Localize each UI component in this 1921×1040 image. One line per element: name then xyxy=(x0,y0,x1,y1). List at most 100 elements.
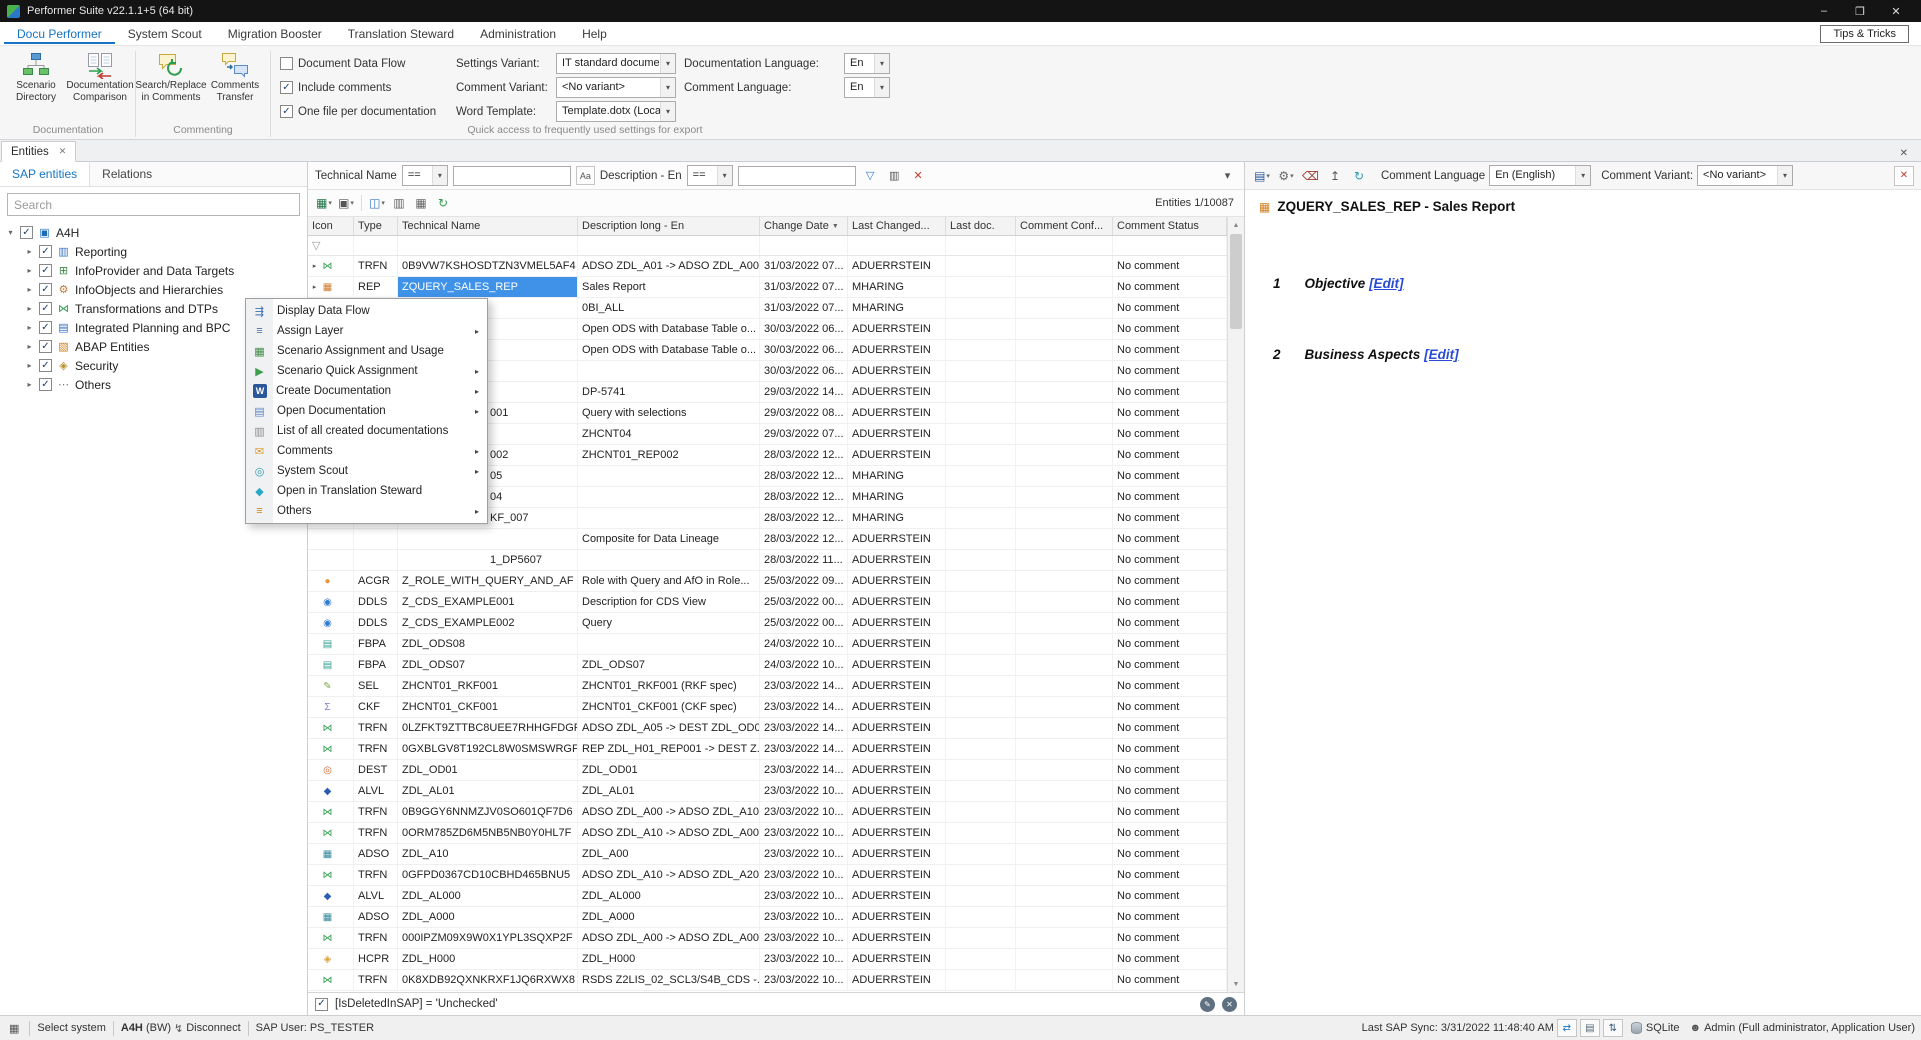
close-filter-button[interactable]: ✕ xyxy=(1222,997,1237,1012)
menu-tab-docu-performer[interactable]: Docu Performer xyxy=(4,23,115,44)
view-settings-button[interactable]: ◫▾ xyxy=(367,193,387,214)
upload-doc-button[interactable]: ↥ xyxy=(1325,165,1345,186)
scroll-up-icon[interactable]: ▲ xyxy=(1228,217,1244,233)
menu-tab-administration[interactable]: Administration xyxy=(467,23,569,44)
tree-expand-icon[interactable]: ▸ xyxy=(24,342,35,351)
tree-item-reporting[interactable]: ▸✓▥Reporting xyxy=(0,242,307,261)
combo-comment-variant[interactable]: <No variant>▾ xyxy=(556,77,676,98)
sync-status-button[interactable]: ⇄ xyxy=(1557,1019,1577,1037)
table-row-0k8xdb92qxnkrxf1jq6rxwx8[interactable]: ⋈TRFN0K8XDB92QXNKRXF1JQ6RXWX8RSDS Z2LIS_… xyxy=(308,970,1227,991)
combo-word-template[interactable]: Template.dotx (Local)▾ xyxy=(556,101,676,122)
tree-expand-icon[interactable]: ▸ xyxy=(24,266,35,275)
tree-checkbox[interactable]: ✓ xyxy=(39,283,52,296)
tree-checkbox[interactable]: ✓ xyxy=(39,359,52,372)
menu-grid-icon[interactable]: ▦ xyxy=(9,1022,19,1035)
delete-doc-button[interactable]: ⌫ xyxy=(1300,165,1321,186)
save-layout-button[interactable]: ▣▾ xyxy=(336,193,356,214)
restore-button[interactable]: ❐ xyxy=(1842,2,1878,21)
menu-item-list-of-all-created-documentations[interactable]: ▥List of all created documentations xyxy=(246,421,487,441)
filter-cell-last-changed[interactable] xyxy=(848,236,946,255)
menu-item-system-scout[interactable]: ◎System Scout▸ xyxy=(246,461,487,481)
column-chooser-button[interactable]: ▥ xyxy=(389,193,409,214)
word-export-button[interactable]: ▤▾ xyxy=(1252,165,1272,186)
tree-checkbox[interactable]: ✓ xyxy=(39,321,52,334)
tree-item-infoprovider-and-data-targets[interactable]: ▸✓⊞InfoProvider and Data Targets xyxy=(0,261,307,280)
refresh-button[interactable]: ↻ xyxy=(433,193,453,214)
menu-item-others[interactable]: ≡Others▸ xyxy=(246,501,487,521)
menu-item-create-documentation[interactable]: WCreate Documentation▸ xyxy=(246,381,487,401)
column-header-technical-name[interactable]: Technical Name xyxy=(398,217,578,235)
excel-export-button[interactable]: ▦▾ xyxy=(314,193,334,214)
technical-name-operator-combo[interactable]: == ▾ xyxy=(402,165,448,186)
menu-item-comments[interactable]: ✉Comments▸ xyxy=(246,441,487,461)
row-expander-icon[interactable]: ▸ xyxy=(310,283,319,291)
filter-cell-comment-conf[interactable] xyxy=(1016,236,1113,255)
scroll-down-icon[interactable]: ▼ xyxy=(1228,976,1244,992)
table-row-zquery-sales-rep[interactable]: ▸▦REPZQUERY_SALES_REPSales Report31/03/2… xyxy=(308,277,1227,298)
edit-link[interactable]: [Edit] xyxy=(1369,276,1404,291)
tab-relations[interactable]: Relations xyxy=(90,162,164,186)
filter-enabled-checkbox[interactable]: ✓ xyxy=(315,998,328,1011)
menu-item-scenario-assignment-and-usage[interactable]: ▦Scenario Assignment and Usage xyxy=(246,341,487,361)
table-row-0b9vw7kshosdtzn3vmel5af4[interactable]: ▸⋈TRFN0B9VW7KSHOSDTZN3VMEL5AF4ADSO ZDL_A… xyxy=(308,256,1227,277)
table-row-z-cds-example002[interactable]: ◉DDLSZ_CDS_EXAMPLE002Query25/03/2022 00.… xyxy=(308,613,1227,634)
table-row-1-dp5607[interactable]: 1_DP560728/03/2022 11...ADUERRSTEINNo co… xyxy=(308,550,1227,571)
tab-sap-entities[interactable]: SAP entities xyxy=(0,162,90,186)
filter-cell-icon[interactable]: ▽ xyxy=(308,236,354,255)
tab-entities[interactable]: Entities ✕ xyxy=(1,141,76,162)
tree-checkbox[interactable]: ✓ xyxy=(39,340,52,353)
column-header-type[interactable]: Type xyxy=(354,217,398,235)
technical-name-filter-input[interactable] xyxy=(453,166,571,186)
table-row-0gfpd0367cd10cbhd465bnu5[interactable]: ⋈TRFN0GFPD0367CD10CBHD465BNU5ADSO ZDL_A1… xyxy=(308,865,1227,886)
grid-layout-button[interactable]: ▦ xyxy=(411,193,431,214)
transfer-button[interactable]: ⇅ xyxy=(1603,1019,1623,1037)
menu-tab-translation-steward[interactable]: Translation Steward xyxy=(335,23,467,44)
menu-tab-migration-booster[interactable]: Migration Booster xyxy=(215,23,335,44)
table-row-zdl-ods08[interactable]: ▤FBPAZDL_ODS0824/03/2022 10...ADUERRSTEI… xyxy=(308,634,1227,655)
tree-item-infoobjects-and-hierarchies[interactable]: ▸✓⚙InfoObjects and Hierarchies xyxy=(0,280,307,299)
comments-transfer-button[interactable]: Comments Transfer xyxy=(203,49,267,105)
minimize-button[interactable]: – xyxy=(1806,2,1842,20)
doc-settings-button[interactable]: ⚙▾ xyxy=(1276,165,1296,186)
filter-expression[interactable]: [IsDeletedInSAP] = 'Unchecked' xyxy=(335,998,498,1010)
column-header-change-date[interactable]: Change Date▼ xyxy=(760,217,848,235)
menu-tab-system-scout[interactable]: System Scout xyxy=(115,23,215,44)
column-header-description-long-en[interactable]: Description long - En xyxy=(578,217,760,235)
table-row-0b9ggy6nnmzjv0so601qf7d6[interactable]: ⋈TRFN0B9GGY6NNMZJV0SO601QF7D6ADSO ZDL_A0… xyxy=(308,802,1227,823)
table-row-zdl-od01[interactable]: ◎DESTZDL_OD01ZDL_OD0123/03/2022 14...ADU… xyxy=(308,760,1227,781)
edit-link[interactable]: [Edit] xyxy=(1424,347,1459,362)
column-header-last-doc[interactable]: Last doc. xyxy=(946,217,1016,235)
tree-expand-icon[interactable]: ▸ xyxy=(24,380,35,389)
tree-expand-icon[interactable]: ▸ xyxy=(24,323,35,332)
log-button[interactable]: ▤ xyxy=(1580,1019,1600,1037)
clear-filter-icon[interactable]: ✕ xyxy=(909,166,928,185)
table-row-z-cds-example001[interactable]: ◉DDLSZ_CDS_EXAMPLE001Description for CDS… xyxy=(308,592,1227,613)
comment-variant-combo[interactable]: <No variant> ▾ xyxy=(1697,165,1793,186)
table-row-0orm785zd6m5nb5nb0y0hl7f[interactable]: ⋈TRFN0ORM785ZD6M5NB5NB0Y0HL7FADSO ZDL_A1… xyxy=(308,823,1227,844)
combo-documentation-language[interactable]: En▾ xyxy=(844,53,890,74)
tree-checkbox[interactable]: ✓ xyxy=(20,226,33,239)
close-panel-button[interactable]: ✕ xyxy=(1894,166,1914,186)
search-replace-comments-button[interactable]: Search/Replace in Comments xyxy=(139,49,203,105)
close-tab-strip-icon[interactable]: ✕ xyxy=(1895,146,1913,161)
close-button[interactable]: ✕ xyxy=(1878,2,1914,21)
menu-item-assign-layer[interactable]: ≡Assign Layer▸ xyxy=(246,321,487,341)
tree-checkbox[interactable]: ✓ xyxy=(39,378,52,391)
tree-item-a4h[interactable]: ▾✓▣A4H xyxy=(0,223,307,242)
column-header-icon[interactable]: Icon xyxy=(308,217,354,235)
table-row-000ipzm09x9w0x1ypl3sqxp2f[interactable]: ⋈TRFN000IPZM09X9W0X1YPL3SQXP2FADSO ZDL_A… xyxy=(308,928,1227,949)
filter-options-icon[interactable]: Aa xyxy=(576,166,595,185)
filter-cell-last-doc[interactable] xyxy=(946,236,1016,255)
menu-item-scenario-quick-assignment[interactable]: ▶Scenario Quick Assignment▸ xyxy=(246,361,487,381)
comment-language-combo[interactable]: En (English) ▾ xyxy=(1489,165,1591,186)
table-row-0gxblgv8t192cl8w0smswrgf[interactable]: ⋈TRFN0GXBLGV8T192CL8W0SMSWRGFREP ZDL_H01… xyxy=(308,739,1227,760)
edit-filter-button[interactable]: ✎ xyxy=(1200,997,1215,1012)
search-input[interactable] xyxy=(7,193,300,216)
table-row-zdl-al000[interactable]: ◆ALVLZDL_AL000ZDL_AL00023/03/2022 10...A… xyxy=(308,886,1227,907)
combo-settings-variant[interactable]: IT standard document...▾ xyxy=(556,53,676,74)
column-header-comment-status[interactable]: Comment Status xyxy=(1113,217,1227,235)
table-row-zdl-ods07[interactable]: ▤FBPAZDL_ODS07ZDL_ODS0724/03/2022 10...A… xyxy=(308,655,1227,676)
description-filter-input[interactable] xyxy=(738,166,856,186)
close-tab-icon[interactable]: ✕ xyxy=(59,146,67,157)
table-row-zdl-a000[interactable]: ▦ADSOZDL_A000ZDL_A00023/03/2022 10...ADU… xyxy=(308,907,1227,928)
